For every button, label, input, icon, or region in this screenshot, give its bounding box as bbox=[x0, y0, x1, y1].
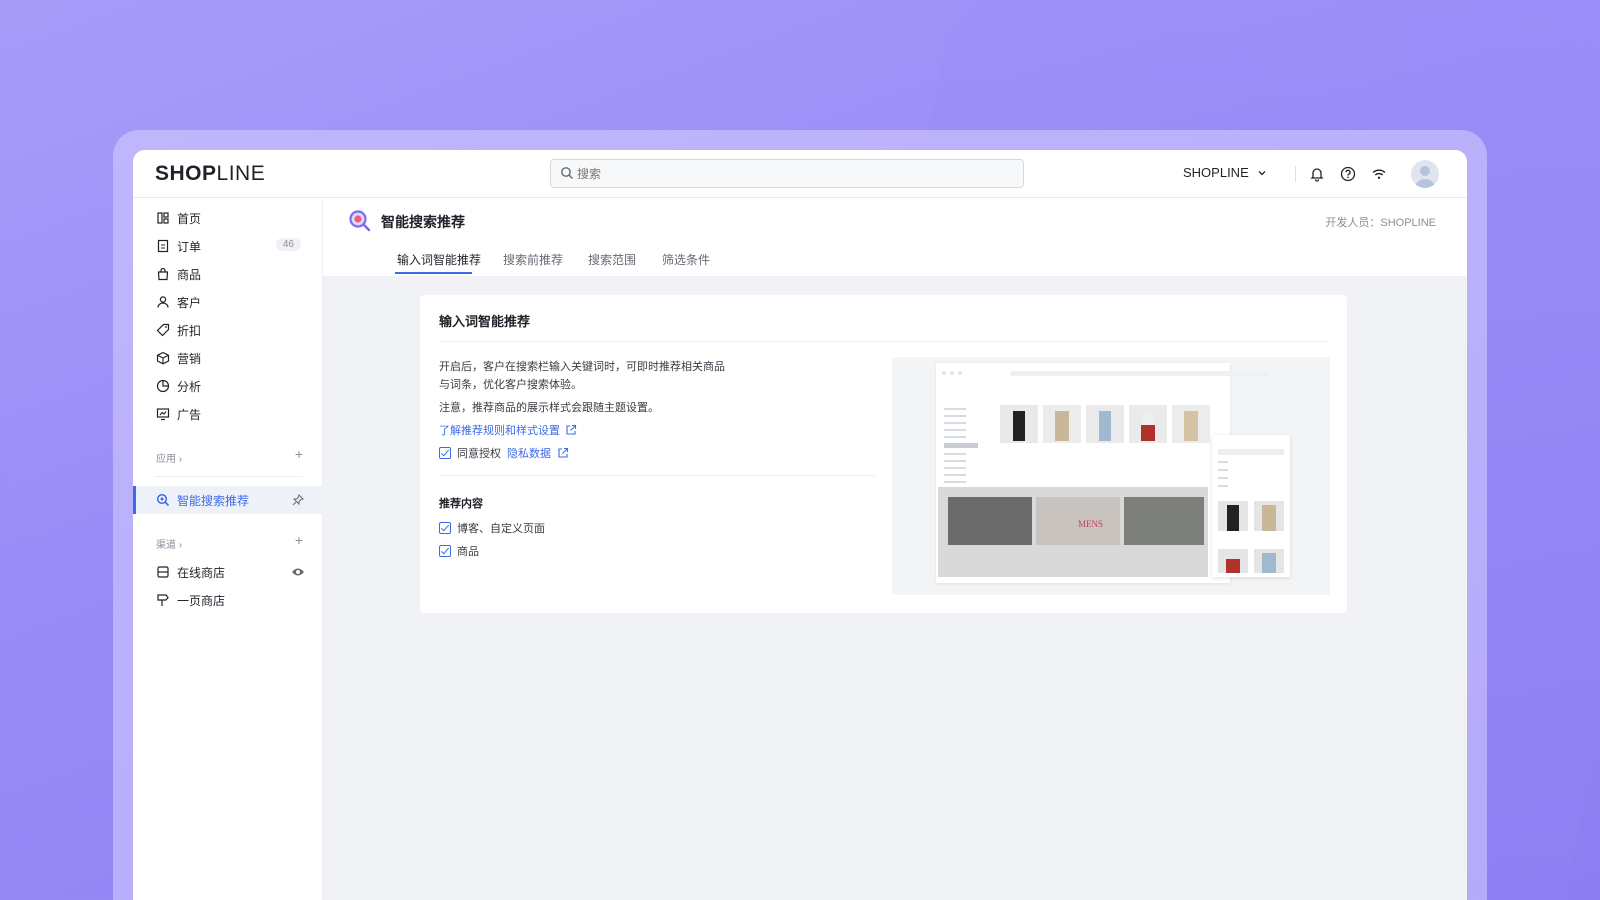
sidebar-item-label: 智能搜索推荐 bbox=[177, 493, 250, 508]
tab-input-recommend[interactable]: 输入词智能推荐 bbox=[397, 251, 481, 268]
app-header: 智能搜索推荐 开发人员：SHOPLINE 输入词智能推荐 搜索前推荐 搜索范围 … bbox=[323, 198, 1467, 276]
option-blog-pages[interactable]: 博客、自定义页面 bbox=[439, 520, 545, 536]
divider bbox=[155, 476, 303, 477]
sidebar-item-analytics[interactable]: 分析 bbox=[133, 372, 323, 400]
preview-mobile-window bbox=[1212, 435, 1290, 577]
sidebar-item-label: 商品 bbox=[177, 267, 202, 282]
add-app-icon[interactable]: + bbox=[295, 446, 303, 462]
store-icon bbox=[157, 566, 169, 578]
home-icon bbox=[157, 212, 169, 224]
products-checkbox[interactable] bbox=[439, 545, 451, 557]
sidebar-item-label: 订单 bbox=[177, 239, 202, 254]
svg-text:MENS: MENS bbox=[1078, 519, 1103, 529]
option-label: 商品 bbox=[457, 546, 479, 558]
pie-icon bbox=[156, 379, 170, 393]
sidebar-item-one-page-store[interactable]: 一页商店 bbox=[133, 586, 323, 614]
external-link-icon bbox=[558, 447, 569, 458]
sidebar-item-label: 分析 bbox=[177, 379, 202, 394]
sidebar-item-home[interactable]: 首页 bbox=[133, 204, 323, 232]
sidebar-item-label: 广告 bbox=[177, 407, 202, 422]
preview-store-window: MENS bbox=[936, 363, 1268, 583]
consent-checkbox[interactable] bbox=[439, 447, 451, 459]
order-icon bbox=[157, 239, 169, 253]
avatar[interactable] bbox=[1411, 160, 1439, 188]
sidebar-item-ads[interactable]: 广告 bbox=[133, 400, 323, 428]
page-title: 智能搜索推荐 bbox=[381, 214, 465, 230]
order-count-badge: 46 bbox=[275, 238, 301, 251]
rules-link-label: 了解推荐规则和样式设置 bbox=[439, 425, 560, 437]
store-name: SHOPLINE bbox=[1183, 165, 1249, 180]
theme-note: 注意，推荐商品的展示样式会跟随主题设置。 bbox=[439, 402, 659, 414]
wifi-icon[interactable] bbox=[1370, 165, 1388, 183]
tab-pre-search[interactable]: 搜索前推荐 bbox=[503, 251, 563, 268]
developer-label: 开发人员：SHOPLINE bbox=[1325, 217, 1436, 229]
sidebar-item-label: 一页商店 bbox=[177, 593, 226, 608]
chevron-down-icon bbox=[1258, 170, 1266, 175]
divider bbox=[439, 341, 1329, 342]
tab-filters[interactable]: 筛选条件 bbox=[662, 251, 710, 268]
sidebar-item-marketing[interactable]: 营销 bbox=[133, 344, 323, 372]
tab-search-scope[interactable]: 搜索范围 bbox=[588, 251, 636, 268]
preview-image: MENS bbox=[892, 357, 1330, 595]
search-box[interactable] bbox=[550, 159, 1024, 188]
smart-search-app-icon bbox=[349, 210, 371, 232]
search-app-icon bbox=[156, 493, 170, 507]
option-products[interactable]: 商品 bbox=[439, 543, 479, 559]
channels-section-label[interactable]: 渠道 › bbox=[156, 536, 182, 551]
option-label: 博客、自定义页面 bbox=[457, 523, 545, 535]
recommend-content-title: 推荐内容 bbox=[439, 498, 483, 510]
sidebar-item-label: 首页 bbox=[177, 211, 202, 226]
shopline-logo[interactable]: SHOPLINE bbox=[155, 162, 265, 186]
add-channel-icon[interactable]: + bbox=[295, 532, 303, 548]
divider bbox=[1295, 166, 1296, 182]
user-icon bbox=[157, 296, 169, 308]
privacy-consent[interactable]: 同意授权 隐私数据 bbox=[439, 445, 569, 461]
bell-icon[interactable] bbox=[1308, 165, 1326, 183]
store-selector[interactable]: SHOPLINE bbox=[1183, 165, 1267, 180]
apps-section-label[interactable]: 应用 › bbox=[156, 450, 182, 465]
eye-icon[interactable] bbox=[291, 566, 305, 578]
active-tab-indicator bbox=[395, 272, 472, 274]
sidebar-item-label: 在线商店 bbox=[177, 565, 226, 580]
sidebar: 首页 订单 46 商品 客户 折扣 营销 分析 广告 应用 › + 智能搜索推荐… bbox=[133, 198, 323, 900]
settings-card: 输入词智能推荐 开启后，客户在搜索栏输入关键词时，可即时推荐相关商品与词条，优化… bbox=[420, 295, 1347, 613]
ad-icon bbox=[156, 408, 170, 421]
card-title: 输入词智能推荐 bbox=[439, 314, 531, 329]
divider bbox=[439, 475, 875, 476]
privacy-data-link[interactable]: 隐私数据 bbox=[507, 445, 551, 461]
app-window: SHOPLINE SHOPLINE 首页 订单 46 商品 bbox=[133, 150, 1467, 900]
sidebar-item-smart-search[interactable]: 智能搜索推荐 bbox=[133, 486, 323, 514]
sidebar-item-label: 客户 bbox=[177, 295, 202, 310]
rules-link[interactable]: 了解推荐规则和样式设置 bbox=[439, 422, 577, 438]
external-link-icon bbox=[566, 424, 577, 435]
top-bar: SHOPLINE SHOPLINE bbox=[133, 150, 1467, 198]
feature-description: 开启后，客户在搜索栏输入关键词时，可即时推荐相关商品与词条，优化客户搜索体验。 bbox=[439, 361, 725, 391]
search-icon bbox=[561, 167, 573, 179]
search-input[interactable] bbox=[577, 160, 1007, 187]
help-icon[interactable] bbox=[1339, 165, 1357, 183]
consent-label: 同意授权 bbox=[457, 448, 501, 460]
signpost-icon bbox=[157, 594, 169, 606]
sidebar-item-orders[interactable]: 订单 46 bbox=[133, 232, 323, 260]
blog-pages-checkbox[interactable] bbox=[439, 522, 451, 534]
sidebar-item-label: 折扣 bbox=[177, 323, 202, 338]
sidebar-item-label: 营销 bbox=[177, 351, 202, 366]
sidebar-item-online-store[interactable]: 在线商店 bbox=[133, 558, 323, 586]
cube-icon bbox=[156, 351, 170, 365]
sidebar-item-customers[interactable]: 客户 bbox=[133, 288, 323, 316]
sidebar-item-products[interactable]: 商品 bbox=[133, 260, 323, 288]
pin-icon[interactable] bbox=[292, 494, 304, 506]
bag-icon bbox=[157, 267, 169, 281]
tag-icon bbox=[156, 323, 170, 337]
sidebar-item-discounts[interactable]: 折扣 bbox=[133, 316, 323, 344]
